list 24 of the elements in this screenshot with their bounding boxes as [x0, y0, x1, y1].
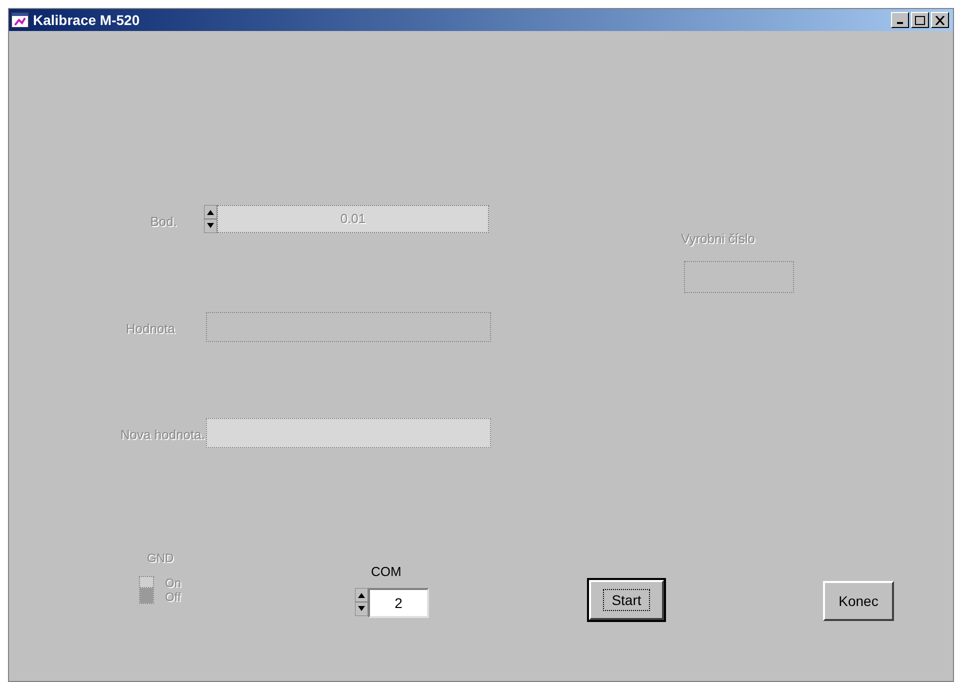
app-icon	[11, 12, 29, 28]
on-label: On	[165, 576, 182, 590]
serial-label: Vyrobni číslo	[681, 230, 755, 248]
field-label: Hodnota	[126, 320, 175, 338]
serial-field[interactable]	[684, 261, 794, 293]
field-label: Nova hodnota.	[120, 426, 205, 444]
window-title: Kalibrace M-520	[33, 10, 140, 30]
com-label: COM	[371, 563, 402, 581]
spin-arrows-icon[interactable]	[204, 205, 217, 233]
maximize-icon	[915, 16, 925, 24]
maximize-button[interactable]	[911, 12, 929, 28]
close-button[interactable]	[931, 12, 949, 28]
dialog-button[interactable]: Konec	[823, 581, 894, 621]
field-label: Bod.	[150, 213, 177, 231]
dialog-button[interactable]: Start	[589, 580, 664, 620]
off-label: Off	[165, 590, 181, 604]
minimize-icon	[897, 22, 903, 24]
minimize-button[interactable]	[891, 12, 909, 28]
close-icon	[935, 16, 945, 24]
com-spin-arrows-icon[interactable]	[355, 588, 368, 616]
input-field[interactable]	[206, 418, 491, 448]
input-field[interactable]	[206, 312, 491, 342]
com-field[interactable]: 2	[368, 588, 429, 618]
gnd-label: GND	[147, 550, 174, 567]
